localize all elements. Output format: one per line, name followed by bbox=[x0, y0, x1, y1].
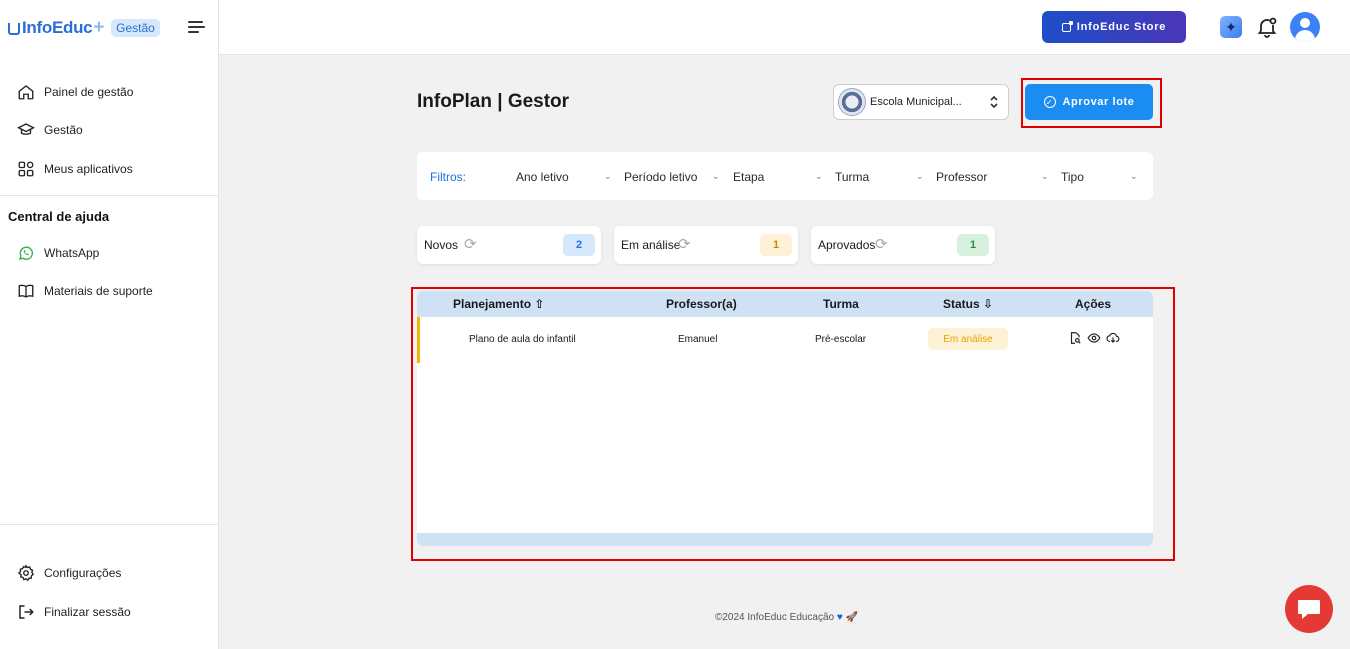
infoeduc-store-button[interactable]: InfoEduc Store bbox=[1042, 11, 1186, 43]
eye-icon[interactable] bbox=[1087, 331, 1101, 345]
sidebar-item-label: Painel de gestão bbox=[44, 85, 134, 99]
brand-name: InfoEduc bbox=[22, 18, 93, 37]
refresh-icon[interactable]: ⟳ bbox=[678, 237, 691, 252]
rocket-icon: 🚀 bbox=[845, 612, 859, 623]
header-status[interactable]: Status ⇩ bbox=[943, 297, 993, 311]
cell-professor: Emanuel bbox=[678, 334, 718, 345]
cell-planejamento: Plano de aula do infantil bbox=[469, 334, 576, 345]
stat-card-novos[interactable]: Novos ⟳ 2 bbox=[417, 226, 601, 264]
status-badge: Em análise bbox=[928, 328, 1008, 350]
whatsapp-icon bbox=[16, 243, 36, 263]
blue-heart-icon: ♥ bbox=[836, 612, 843, 623]
sidebar-item-painel[interactable]: Painel de gestão bbox=[16, 82, 133, 102]
sidebar-item-label: Materiais de suporte bbox=[44, 284, 153, 298]
book-icon bbox=[16, 281, 36, 301]
user-avatar[interactable] bbox=[1290, 12, 1320, 42]
sidebar-item-aplicativos[interactable]: Meus aplicativos bbox=[16, 159, 133, 179]
sidebar-item-materiais[interactable]: Materiais de suporte bbox=[16, 281, 153, 301]
cell-turma: Pré-escolar bbox=[815, 334, 867, 345]
filter-etapa[interactable]: Etapa bbox=[733, 170, 764, 184]
page-title: InfoPlan | Gestor bbox=[417, 91, 570, 112]
menu-toggle-icon[interactable] bbox=[188, 21, 205, 36]
sidebar-item-label: Finalizar sessão bbox=[44, 605, 131, 619]
planejamentos-table: Planejamento ⇧ Professor(a) Turma Status… bbox=[417, 291, 1153, 546]
filter-turma[interactable]: Turma bbox=[835, 170, 869, 184]
sort-up-icon[interactable]: ⇧ bbox=[534, 297, 544, 311]
school-select[interactable]: Escola Municipal... bbox=[833, 84, 1009, 120]
chat-support-button[interactable] bbox=[1285, 585, 1333, 633]
stat-count: 1 bbox=[760, 234, 792, 256]
logo-plus-icon: + bbox=[93, 17, 105, 38]
gear-icon bbox=[16, 563, 36, 583]
chevron-down-icon[interactable]: ⌄ bbox=[1130, 171, 1138, 182]
table-footer bbox=[417, 533, 1153, 546]
header-planejamento[interactable]: Planejamento ⇧ bbox=[453, 297, 544, 311]
stat-card-em-analise[interactable]: Em análise ⟳ 1 bbox=[614, 226, 798, 264]
sidebar-item-label: WhatsApp bbox=[44, 246, 100, 260]
approve-button-label: Aprovar lote bbox=[1062, 96, 1135, 108]
footer-copyright: ©2024 InfoEduc Educação bbox=[715, 612, 835, 623]
sidebar-item-finalizar-sessao[interactable]: Finalizar sessão bbox=[16, 602, 131, 622]
check-circle-icon: ✓ bbox=[1043, 96, 1056, 108]
sidebar-item-label: Gestão bbox=[44, 123, 83, 137]
school-select-value: Escola Municipal... bbox=[870, 96, 962, 108]
stat-label: Aprovados bbox=[818, 238, 876, 252]
chevron-down-icon[interactable]: ⌄ bbox=[1041, 171, 1049, 182]
filter-ano-letivo[interactable]: Ano letivo bbox=[516, 170, 569, 184]
table-header: Planejamento ⇧ Professor(a) Turma Status… bbox=[417, 291, 1153, 317]
sidebar-item-gestao[interactable]: Gestão bbox=[16, 120, 83, 140]
table-row: Plano de aula do infantil Emanuel Pré-es… bbox=[417, 317, 1153, 363]
filters-label: Filtros: bbox=[430, 170, 466, 184]
chevron-down-icon[interactable]: ⌄ bbox=[712, 171, 720, 182]
sidebar-item-label: Meus aplicativos bbox=[44, 162, 133, 176]
sidebar: InfoEduc + Gestão Painel de gestão Gestã… bbox=[0, 0, 219, 649]
sidebar-divider bbox=[0, 524, 218, 525]
chevron-down-icon[interactable]: ⌄ bbox=[815, 171, 823, 182]
school-crest-icon bbox=[838, 88, 866, 116]
external-link-icon bbox=[1061, 20, 1073, 32]
sidebar-divider bbox=[0, 195, 218, 196]
review-document-icon[interactable] bbox=[1068, 331, 1082, 345]
refresh-icon[interactable]: ⟳ bbox=[464, 237, 477, 252]
stat-label: Novos bbox=[424, 238, 459, 252]
select-arrows-icon bbox=[990, 95, 998, 109]
brand[interactable]: InfoEduc + Gestão bbox=[8, 17, 160, 39]
topbar: InfoEduc Store ✦ bbox=[219, 0, 1350, 55]
store-button-label: InfoEduc Store bbox=[1076, 21, 1167, 33]
stat-count: 1 bbox=[957, 234, 989, 256]
sidebar-item-configuracoes[interactable]: Configurações bbox=[16, 563, 121, 583]
stat-card-aprovados[interactable]: Aprovados ⟳ 1 bbox=[811, 226, 995, 264]
bell-icon[interactable] bbox=[1255, 15, 1279, 39]
sidebar-item-whatsapp[interactable]: WhatsApp bbox=[16, 243, 99, 263]
sidebar-item-label: Configurações bbox=[44, 566, 122, 580]
home-icon bbox=[16, 82, 36, 102]
header-acoes: Ações bbox=[1075, 297, 1112, 311]
filter-tipo[interactable]: Tipo bbox=[1061, 170, 1084, 184]
row-actions bbox=[1068, 331, 1120, 345]
stat-count: 2 bbox=[563, 234, 595, 256]
chevron-down-icon[interactable]: ⌄ bbox=[916, 171, 924, 182]
stat-label: Em análise bbox=[621, 238, 681, 252]
chat-bubble-icon bbox=[1298, 600, 1320, 619]
filter-professor[interactable]: Professor bbox=[936, 170, 987, 184]
sparkle-icon[interactable]: ✦ bbox=[1220, 16, 1242, 38]
logout-icon bbox=[16, 602, 36, 622]
header-professor: Professor(a) bbox=[666, 297, 737, 311]
header-turma: Turma bbox=[823, 297, 859, 311]
gestao-badge: Gestão bbox=[111, 19, 160, 37]
help-section-title: Central de ajuda bbox=[8, 209, 110, 224]
aprovar-lote-button[interactable]: ✓ Aprovar lote bbox=[1025, 84, 1153, 120]
apps-icon bbox=[16, 159, 36, 179]
chevron-down-icon[interactable]: ⌄ bbox=[604, 171, 612, 182]
page-footer: ©2024 InfoEduc Educação ♥ 🚀 bbox=[715, 612, 858, 623]
cloud-download-icon[interactable] bbox=[1106, 331, 1120, 345]
filters-bar: Filtros: Ano letivo ⌄ Período letivo ⌄ E… bbox=[417, 152, 1153, 200]
filter-periodo-letivo[interactable]: Período letivo bbox=[624, 170, 697, 184]
infoeduc-logo: InfoEduc + bbox=[8, 17, 104, 39]
logo-mark-icon bbox=[8, 23, 20, 35]
refresh-icon[interactable]: ⟳ bbox=[875, 237, 888, 252]
graduation-cap-icon bbox=[16, 120, 36, 140]
sort-down-icon[interactable]: ⇩ bbox=[983, 297, 993, 311]
